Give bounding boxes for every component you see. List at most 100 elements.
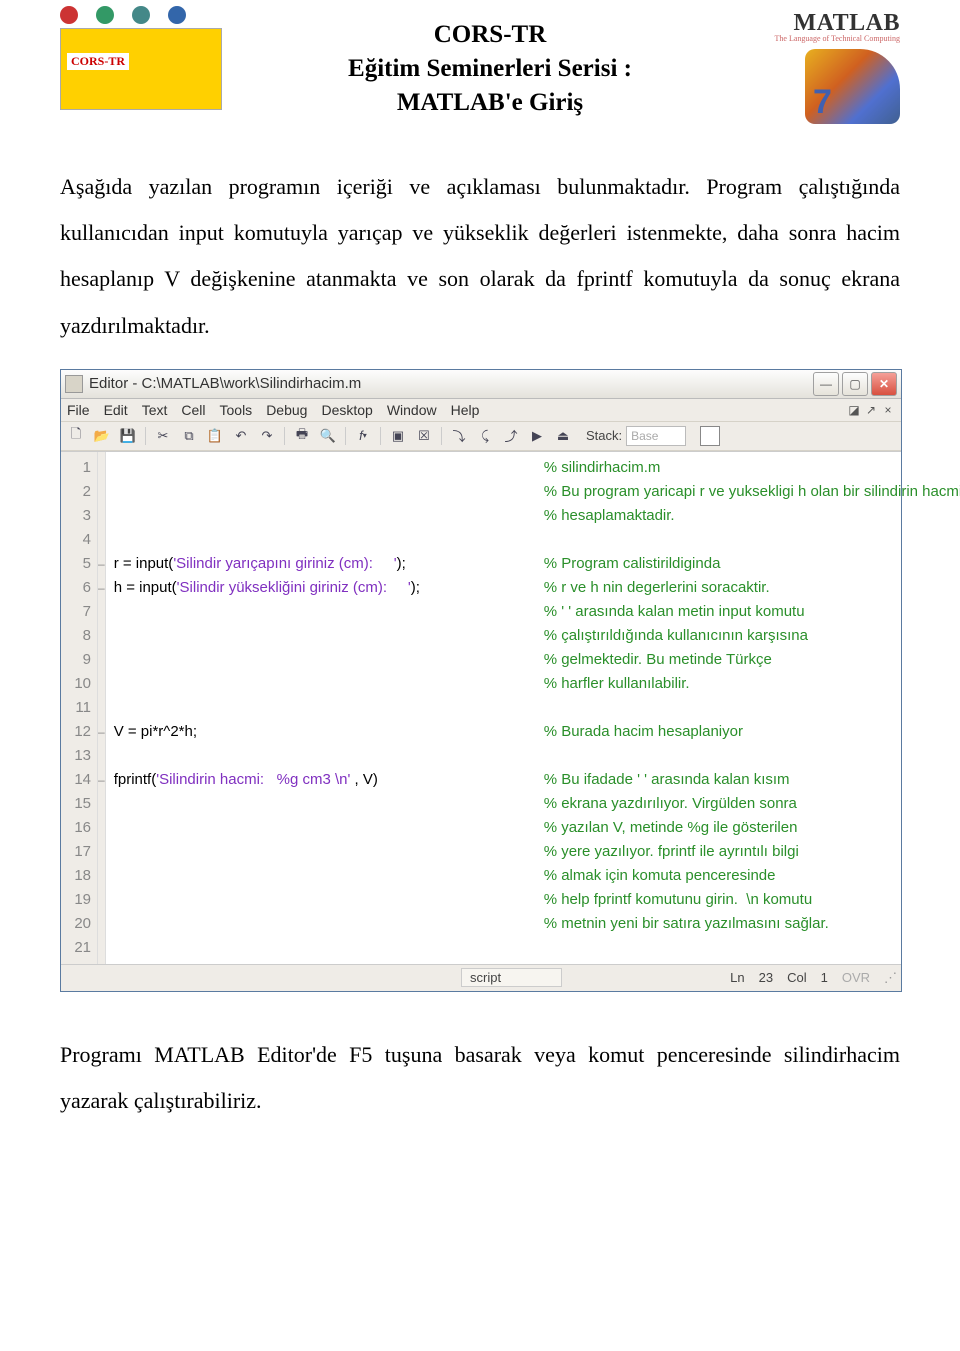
close-pane-icon[interactable]: × — [881, 403, 895, 417]
paragraph-2: Programı MATLAB Editor'de F5 tuşuna basa… — [60, 1032, 900, 1124]
status-ovr: OVR — [842, 970, 870, 985]
code-line[interactable]: % metnin yeni bir satıra yazılmasını sağ… — [114, 912, 960, 936]
step-icon[interactable]: ⤵ — [448, 425, 470, 447]
code-line[interactable]: % ' ' arasında kalan metin input komutu — [114, 600, 960, 624]
breakpoint-column[interactable]: –––– — [98, 452, 106, 964]
code-line[interactable]: % help fprintf komutunu girin. \n komutu — [114, 888, 960, 912]
code-line[interactable]: % çalıştırıldığında kullanıcının karşısı… — [114, 624, 960, 648]
line-number: 2 — [65, 480, 91, 504]
code-line[interactable] — [114, 696, 960, 720]
line-number: 9 — [65, 648, 91, 672]
matlab-logo: MATLAB The Language of Technical Computi… — [750, 10, 900, 124]
copy-icon[interactable]: ⧉ — [178, 425, 200, 447]
menu-text[interactable]: Text — [142, 402, 168, 418]
new-file-icon[interactable]: 🗋 — [65, 425, 87, 447]
breakpoint-marker[interactable] — [98, 528, 105, 552]
line-number: 5 — [65, 552, 91, 576]
matlab-wave-icon — [805, 49, 900, 124]
breakpoint-marker[interactable]: – — [98, 552, 105, 576]
menu-help[interactable]: Help — [451, 402, 480, 418]
menu-file[interactable]: File — [67, 402, 90, 418]
line-number: 6 — [65, 576, 91, 600]
breakpoint-marker[interactable] — [98, 816, 105, 840]
code-line[interactable]: h = input('Silindir yüksekliğini giriniz… — [114, 576, 960, 600]
menu-edit[interactable]: Edit — [104, 402, 128, 418]
breakpoint-marker[interactable]: – — [98, 768, 105, 792]
print-icon[interactable]: 🖶 — [291, 425, 313, 447]
breakpoint-marker[interactable] — [98, 792, 105, 816]
code-line[interactable] — [114, 744, 960, 768]
toolbar-end-button[interactable] — [700, 426, 720, 446]
paste-icon[interactable]: 📋 — [204, 425, 226, 447]
cut-icon[interactable]: ✂ — [152, 425, 174, 447]
menu-debug[interactable]: Debug — [266, 402, 307, 418]
menu-tools[interactable]: Tools — [220, 402, 253, 418]
editor-menubar: File Edit Text Cell Tools Debug Desktop … — [61, 399, 901, 421]
function-icon[interactable]: f▾ — [352, 425, 374, 447]
code-line[interactable]: % gelmektedir. Bu metinde Türkçe — [114, 648, 960, 672]
code-line[interactable] — [114, 936, 960, 960]
code-line[interactable]: V = pi*r^2*h;% Burada hacim hesaplaniyor — [114, 720, 960, 744]
paragraph-1: Aşağıda yazılan programın içeriği ve açı… — [60, 164, 900, 349]
code-content[interactable]: % silindirhacim.m% Bu program yaricapi r… — [106, 452, 960, 964]
find-icon[interactable]: 🔍 — [317, 425, 339, 447]
breakpoint-marker[interactable] — [98, 744, 105, 768]
breakpoint-marker[interactable] — [98, 456, 105, 480]
close-button[interactable]: ✕ — [871, 372, 897, 396]
code-line[interactable]: % almak için komuta penceresinde — [114, 864, 960, 888]
editor-toolbar: 🗋 📂 💾 ✂ ⧉ 📋 ↶ ↷ 🖶 🔍 f▾ ▣ ☒ ⤵ ⤹ ⤴ ▶ ⏏ Sta… — [61, 421, 901, 451]
breakpoint-marker[interactable] — [98, 696, 105, 720]
minimize-button[interactable]: — — [813, 372, 839, 396]
breakpoint-marker[interactable] — [98, 480, 105, 504]
code-line[interactable]: % yere yazılıyor. fprintf ile ayrıntılı … — [114, 840, 960, 864]
breakpoint-marker[interactable] — [98, 600, 105, 624]
code-line[interactable]: % harfler kullanılabilir. — [114, 672, 960, 696]
breakpoint-marker[interactable] — [98, 504, 105, 528]
resize-grip-icon[interactable]: ⋰ — [884, 970, 895, 986]
breakpoint-marker[interactable] — [98, 912, 105, 936]
continue-icon[interactable]: ▶ — [526, 425, 548, 447]
breakpoint-marker[interactable] — [98, 648, 105, 672]
breakpoint-marker[interactable] — [98, 840, 105, 864]
step-in-icon[interactable]: ⤹ — [474, 425, 496, 447]
menu-cell[interactable]: Cell — [181, 402, 205, 418]
maximize-button[interactable]: ▢ — [842, 372, 868, 396]
line-number: 4 — [65, 528, 91, 552]
code-line[interactable]: % ekrana yazdırılıyor. Virgülden sonra — [114, 792, 960, 816]
save-icon[interactable]: 💾 — [117, 425, 139, 447]
matlab-logo-text: MATLAB — [793, 10, 900, 36]
undock-icon[interactable]: ↗ — [864, 403, 878, 417]
dock-icon[interactable]: ◪ — [847, 403, 861, 417]
undo-icon[interactable]: ↶ — [230, 425, 252, 447]
code-line[interactable]: % hesaplamaktadir. — [114, 504, 960, 528]
breakpoint-marker[interactable] — [98, 936, 105, 960]
stack-select[interactable]: Base — [626, 426, 686, 446]
set-breakpoint-icon[interactable]: ▣ — [387, 425, 409, 447]
code-area[interactable]: 123456789101112131415161718192021 –––– %… — [61, 451, 901, 964]
code-line[interactable]: r = input('Silindir yarıçapını giriniz (… — [114, 552, 960, 576]
code-line[interactable]: fprintf('Silindirin hacmi: %g cm3 \n' , … — [114, 768, 960, 792]
step-out-icon[interactable]: ⤴ — [500, 425, 522, 447]
open-file-icon[interactable]: 📂 — [91, 425, 113, 447]
breakpoint-marker[interactable] — [98, 888, 105, 912]
breakpoint-marker[interactable]: – — [98, 576, 105, 600]
breakpoint-marker[interactable] — [98, 624, 105, 648]
code-line[interactable]: % silindirhacim.m — [114, 456, 960, 480]
code-line[interactable] — [114, 528, 960, 552]
line-number: 17 — [65, 840, 91, 864]
code-line[interactable]: % Bu program yaricapi r ve yuksekligi h … — [114, 480, 960, 504]
code-line[interactable]: % yazılan V, metinde %g ile gösterilen — [114, 816, 960, 840]
title-line-1: CORS-TR — [230, 18, 750, 52]
line-number: 7 — [65, 600, 91, 624]
clear-breakpoint-icon[interactable]: ☒ — [413, 425, 435, 447]
breakpoint-marker[interactable] — [98, 672, 105, 696]
exit-debug-icon[interactable]: ⏏ — [552, 425, 574, 447]
breakpoint-marker[interactable]: – — [98, 720, 105, 744]
redo-icon[interactable]: ↷ — [256, 425, 278, 447]
menu-window[interactable]: Window — [387, 402, 437, 418]
editor-title: Editor - C:\MATLAB\work\Silindirhacim.m — [89, 375, 813, 392]
title-line-3: MATLAB'e Giriş — [230, 86, 750, 120]
breakpoint-marker[interactable] — [98, 864, 105, 888]
line-number: 12 — [65, 720, 91, 744]
menu-desktop[interactable]: Desktop — [321, 402, 372, 418]
